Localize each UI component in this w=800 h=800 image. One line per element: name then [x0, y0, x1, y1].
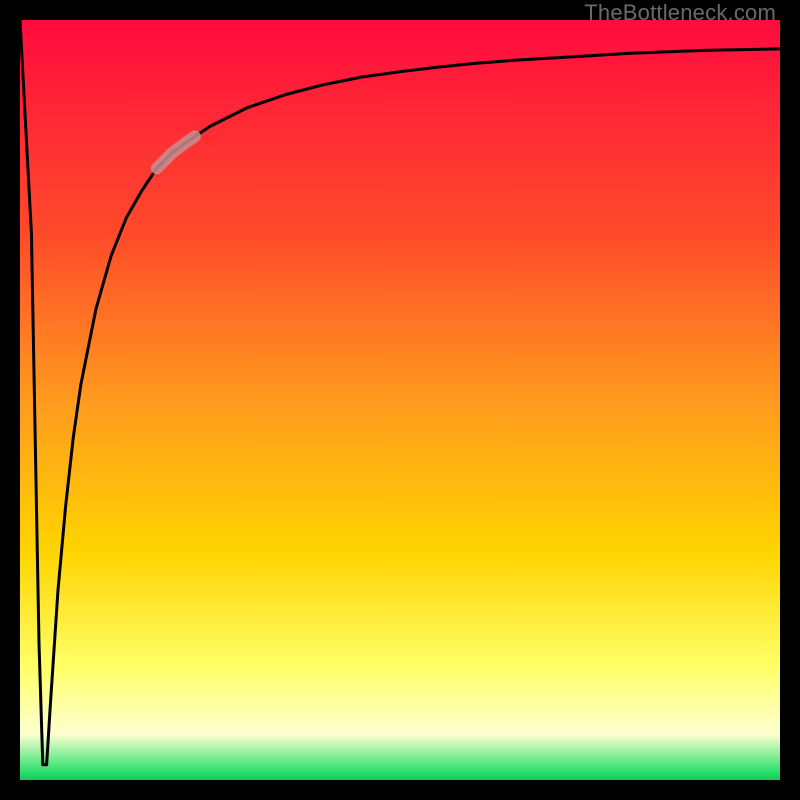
chart-frame: TheBottleneck.com: [0, 0, 800, 800]
plot-area: [20, 20, 780, 780]
gradient-background: [20, 20, 780, 780]
bottleneck-chart: [20, 20, 780, 780]
